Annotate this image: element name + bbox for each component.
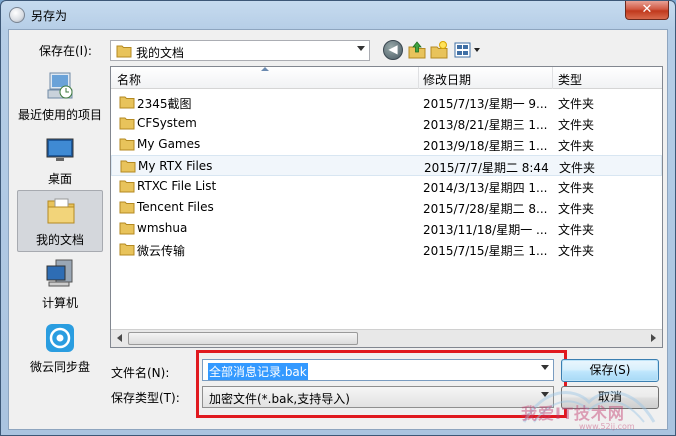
dialog-body: 保存在(I): 我的文档 ◀ 最近使用的项目 桌面 我的文档 计算机 微云同步盘… — [8, 29, 668, 431]
place-weiyun[interactable]: 微云同步盘 — [17, 318, 103, 380]
folder-icon — [119, 180, 135, 193]
new-folder-icon[interactable] — [429, 40, 449, 60]
horizontal-scrollbar[interactable] — [111, 329, 662, 347]
desktop-icon — [46, 138, 74, 161]
computer-icon — [46, 259, 73, 287]
file-list[interactable]: 名称 修改日期 类型 2345截图 2015/7/13/星期一 9... 文件夹… — [110, 66, 663, 348]
column-divider[interactable] — [418, 67, 419, 89]
file-type: 文件夹 — [558, 202, 595, 216]
file-row[interactable]: 微云传输 2015/7/15/星期三 1... 文件夹 — [111, 239, 662, 260]
column-header: 名称 修改日期 类型 — [111, 67, 662, 89]
save-in-value: 我的文档 — [136, 46, 185, 60]
file-row[interactable]: Tencent Files 2015/7/28/星期二 8... 文件夹 — [111, 197, 662, 218]
folder-icon — [119, 243, 135, 256]
file-date: 2013/9/18/星期三 1... — [423, 139, 548, 153]
column-type[interactable]: 类型 — [558, 71, 582, 88]
column-date[interactable]: 修改日期 — [423, 71, 471, 88]
window-title: 另存为 — [31, 9, 68, 23]
back-icon[interactable]: ◀ — [383, 40, 403, 60]
scroll-left-icon[interactable] — [117, 334, 122, 342]
place-label: 最近使用的项目 — [17, 108, 102, 122]
folder-icon — [119, 117, 135, 130]
folder-icon — [120, 160, 136, 173]
filename-label: 文件名(N): — [111, 366, 170, 380]
file-name: CFSystem — [137, 116, 197, 130]
place-recent[interactable]: 最近使用的项目 — [17, 66, 103, 128]
file-date: 2015/7/7/星期二 8:44 — [424, 161, 549, 175]
documents-folder-icon — [47, 198, 75, 224]
watermark-text: 我爱IT技术网 — [521, 404, 625, 423]
place-documents[interactable]: 我的文档 — [17, 190, 103, 252]
scroll-right-icon[interactable] — [651, 334, 656, 342]
column-divider[interactable] — [552, 67, 553, 89]
file-name: RTXC File List — [137, 179, 217, 193]
file-row[interactable]: wmshua 2013/11/18/星期一 ... 文件夹 — [111, 218, 662, 239]
file-name: 微云传输 — [137, 244, 186, 258]
save-in-label: 保存在(I): — [39, 44, 92, 58]
filetype-label: 保存类型(T): — [111, 391, 180, 405]
file-row[interactable]: My Games 2013/9/18/星期三 1... 文件夹 — [111, 134, 662, 155]
watermark-url: www.52ij.com — [579, 422, 635, 431]
folder-icon — [119, 96, 135, 109]
title-bar[interactable]: 另存为 ✕ — [1, 1, 675, 29]
scrollbar-thumb[interactable] — [128, 332, 358, 345]
app-icon — [9, 7, 25, 23]
file-type: 文件夹 — [558, 181, 595, 195]
file-name: My RTX Files — [138, 159, 213, 173]
annotation-highlight-box — [196, 350, 567, 418]
close-button[interactable]: ✕ — [625, 1, 669, 20]
folder-icon — [119, 222, 135, 235]
file-row[interactable]: CFSystem 2013/8/21/星期三 1... 文件夹 — [111, 113, 662, 134]
chevron-down-icon[interactable] — [357, 46, 365, 51]
file-row[interactable]: 2345截图 2015/7/13/星期一 9... 文件夹 — [111, 92, 662, 113]
up-folder-icon[interactable] — [407, 40, 427, 60]
file-type: 文件夹 — [558, 244, 595, 258]
file-name: 2345截图 — [137, 97, 192, 111]
column-name[interactable]: 名称 — [117, 71, 141, 88]
save-in-combo[interactable]: 我的文档 — [110, 40, 370, 61]
file-date: 2015/7/28/星期二 8... — [423, 202, 548, 216]
file-type: 文件夹 — [558, 97, 595, 111]
file-type: 文件夹 — [558, 223, 595, 237]
file-name: wmshua — [137, 221, 188, 235]
file-row[interactable]: RTXC File List 2014/3/13/星期四 1... 文件夹 — [111, 176, 662, 197]
places-bar: 最近使用的项目 桌面 我的文档 计算机 微云同步盘 — [13, 66, 105, 374]
sort-arrow-icon — [261, 67, 269, 71]
file-date: 2014/3/13/星期四 1... — [423, 181, 548, 195]
file-name: My Games — [137, 137, 201, 151]
save-button[interactable]: 保存(S) — [561, 359, 659, 382]
recent-items-icon — [47, 72, 73, 99]
place-desktop[interactable]: 桌面 — [17, 130, 103, 192]
file-date: 2015/7/13/星期一 9... — [423, 97, 548, 111]
folder-icon — [119, 138, 135, 151]
file-date: 2015/7/15/星期三 1... — [423, 244, 548, 258]
file-type: 文件夹 — [559, 161, 596, 175]
place-label: 桌面 — [47, 172, 72, 186]
views-menu-icon[interactable] — [453, 40, 483, 60]
place-label: 我的文档 — [35, 233, 84, 247]
place-label: 计算机 — [41, 296, 78, 310]
weiyun-icon — [46, 324, 74, 352]
place-label: 微云同步盘 — [29, 360, 90, 374]
file-date: 2013/8/21/星期三 1... — [423, 118, 548, 132]
file-type: 文件夹 — [558, 118, 595, 132]
folder-icon — [116, 45, 132, 58]
file-name: Tencent Files — [137, 200, 214, 214]
place-computer[interactable]: 计算机 — [17, 254, 103, 316]
file-type: 文件夹 — [558, 139, 595, 153]
file-row[interactable]: My RTX Files 2015/7/7/星期二 8:44 文件夹 — [111, 155, 662, 176]
file-date: 2013/11/18/星期一 ... — [423, 223, 548, 237]
save-as-dialog: 另存为 ✕ 保存在(I): 我的文档 ◀ 最近使用的项目 桌面 我的文档 计算机… — [0, 0, 676, 436]
folder-icon — [119, 201, 135, 214]
